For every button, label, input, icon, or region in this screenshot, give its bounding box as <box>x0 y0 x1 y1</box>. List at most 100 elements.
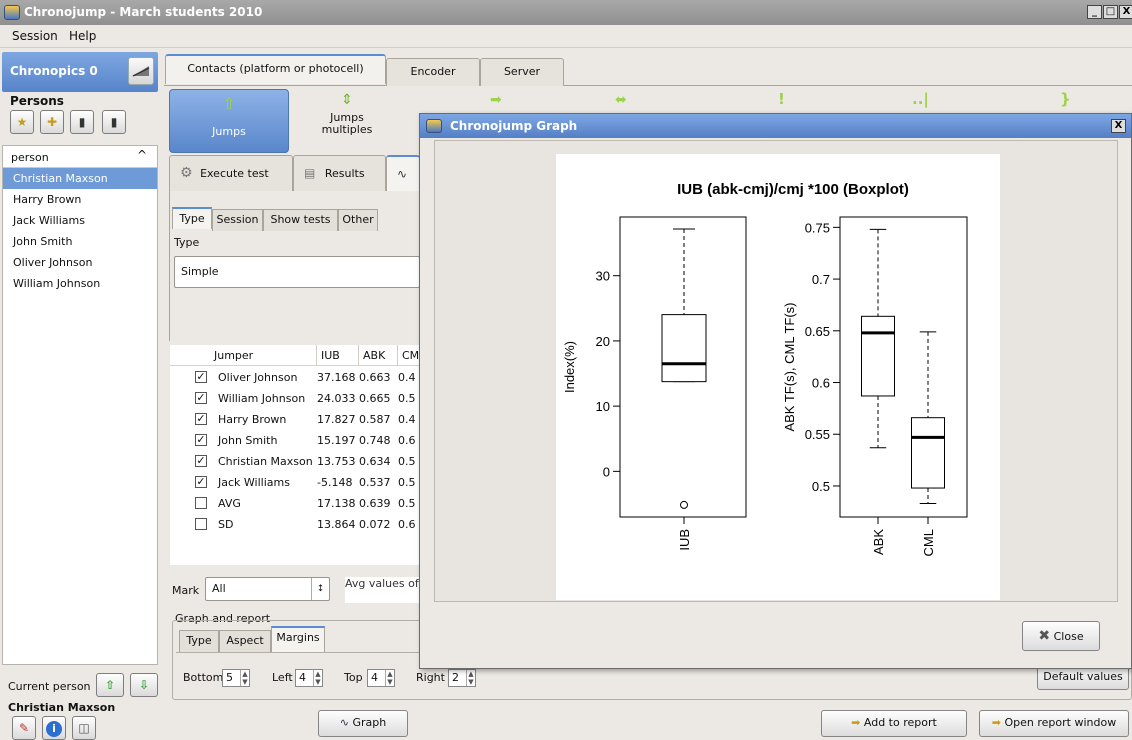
previous-person-button[interactable]: ⇧ <box>96 673 124 697</box>
arrow-right-icon[interactable]: ➡ <box>490 92 502 108</box>
close-label: Close <box>1053 630 1084 643</box>
gears-icon: ⚙ <box>180 165 193 181</box>
filter-tab-type[interactable]: Type <box>172 207 212 229</box>
graph-tab-aspect[interactable]: Aspect <box>219 630 271 652</box>
graph-tab-margins[interactable]: Margins <box>271 626 325 652</box>
column-header-iub[interactable]: IUB <box>316 345 340 366</box>
filter-tab-show-tests[interactable]: Show tests <box>263 209 338 231</box>
graph-tab-type[interactable]: Type <box>179 630 219 652</box>
list-item[interactable]: John Smith <box>3 231 157 252</box>
close-dialog-button[interactable]: ✖ Close <box>1022 621 1100 651</box>
row-checkbox[interactable] <box>195 497 207 509</box>
menu-session[interactable]: Session <box>12 29 58 43</box>
cell-iub: 13.864 <box>317 518 356 531</box>
y-tick-label: 0.65 <box>805 324 830 339</box>
row-checkbox[interactable]: ✓ <box>195 371 207 383</box>
results-table[interactable]: Jumper IUB ABK CM ✓ Oliver Johnson 37.168 0… <box>170 345 420 565</box>
chronopic-connect-button[interactable] <box>128 57 154 85</box>
y-axis-label: ABK TF(s), CML TF(s) <box>782 302 797 431</box>
row-checkbox[interactable]: ✓ <box>195 392 207 404</box>
right-margin-label: Right <box>416 671 445 684</box>
list-item[interactable]: Harry Brown <box>3 189 157 210</box>
spin-arrows-icon[interactable]: ▲ ▼ <box>313 670 322 686</box>
bottom-margin-spinner[interactable]: 5 ▲ ▼ <box>222 669 250 687</box>
list-item[interactable]: Jack Williams <box>3 210 157 231</box>
person-remove-icon: ▮ <box>110 115 118 129</box>
arrow-down-icon: ⇩ <box>138 678 150 692</box>
row-checkbox[interactable]: ✓ <box>195 413 207 425</box>
spin-arrows-icon[interactable]: ▲ ▼ <box>466 670 475 686</box>
dialog-close-x-button[interactable]: X <box>1111 119 1126 133</box>
filter-tab-session[interactable]: Session <box>212 209 263 231</box>
jumps-multiples-label: Jumps multiples <box>321 111 373 136</box>
tab-execute-test[interactable]: ⚙ Execute test <box>169 155 293 191</box>
tab-results[interactable]: ▤ Results <box>293 155 386 191</box>
list-item[interactable]: William Johnson <box>3 273 157 294</box>
menu-help[interactable]: Help <box>69 29 96 43</box>
next-person-button[interactable]: ⇩ <box>130 673 158 697</box>
mark-select[interactable]: All ↕ <box>205 577 330 601</box>
cell-cm: 0.5 <box>398 497 416 510</box>
pulse-icon[interactable]: ..| <box>912 90 929 108</box>
jumps-label: Jumps <box>212 125 246 138</box>
tab-graph[interactable]: ∿ <box>386 155 420 191</box>
y-tick-label: 0.55 <box>805 427 830 442</box>
cell-cm: 0.5 <box>398 476 416 489</box>
bottom-margin-value: 5 <box>226 671 233 684</box>
reaction-time-icon[interactable]: ! <box>778 90 785 108</box>
row-checkbox[interactable] <box>195 518 207 530</box>
column-header-abk[interactable]: ABK <box>358 345 385 366</box>
column-header-jumper[interactable]: Jumper <box>214 345 253 366</box>
edit-current-person-button[interactable]: ✎ <box>12 716 36 740</box>
table-row[interactable]: ✓ Christian Maxson 13.753 0.634 0.5 <box>170 451 420 472</box>
minimize-button[interactable]: _ <box>1087 5 1102 19</box>
person-list[interactable]: person ^ Christian Maxson Harry Brown Ja… <box>2 145 158 665</box>
tab-encoder[interactable]: Encoder <box>386 58 480 86</box>
jumps-multiples-button[interactable]: ⇕ Jumps multiples <box>312 92 382 136</box>
row-checkbox[interactable]: ✓ <box>195 476 207 488</box>
arrow-leftright-icon[interactable]: ⬌ <box>615 92 627 108</box>
table-row[interactable]: AVG 17.138 0.639 0.5 <box>170 493 420 514</box>
graph-button[interactable]: ∿ Graph <box>318 710 408 737</box>
table-row[interactable]: ✓ John Smith 15.197 0.748 0.6 <box>170 430 420 451</box>
table-row[interactable]: SD 13.864 0.072 0.6 <box>170 514 420 535</box>
table-row[interactable]: ✓ William Johnson 24.033 0.665 0.5 <box>170 388 420 409</box>
table-row[interactable]: ✓ Oliver Johnson 37.168 0.663 0.4 <box>170 367 420 388</box>
person-add-icon: ★ <box>16 115 28 129</box>
maximize-button[interactable]: □ <box>1103 5 1118 19</box>
persons-add-icon: ✚ <box>46 115 58 129</box>
top-margin-spinner[interactable]: 4 ▲ ▼ <box>367 669 395 687</box>
jumps-button[interactable]: ⇧ Jumps <box>169 89 289 153</box>
row-checkbox[interactable]: ✓ <box>195 434 207 446</box>
person-info-button[interactable]: i <box>42 716 66 740</box>
close-window-button[interactable]: X <box>1119 5 1132 19</box>
cell-abk: 0.663 <box>359 371 391 384</box>
edit-person-button[interactable]: ▮ <box>70 110 94 134</box>
table-row[interactable]: ✓ Jack Williams -5.148 0.537 0.5 <box>170 472 420 493</box>
person-list-header[interactable]: person ^ <box>3 146 157 168</box>
open-report-window-button[interactable]: ➡ Open report window <box>979 710 1129 737</box>
list-item[interactable]: Oliver Johnson <box>3 252 157 273</box>
tab-contacts[interactable]: Contacts (platform or photocell) <box>165 54 386 84</box>
spin-arrows-icon[interactable]: ▲ ▼ <box>385 670 394 686</box>
cell-cm: 0.4 <box>398 413 416 426</box>
add-person-button[interactable]: ★ <box>10 110 34 134</box>
right-margin-spinner[interactable]: 2 ▲ ▼ <box>448 669 476 687</box>
type-select[interactable]: Simple <box>174 256 420 288</box>
delete-current-person-button[interactable]: ◫ <box>72 716 96 740</box>
multichronopic-icon[interactable]: } <box>1060 90 1071 108</box>
left-margin-spinner[interactable]: 4 ▲ ▼ <box>295 669 323 687</box>
table-row[interactable]: ✓ Harry Brown 17.827 0.587 0.4 <box>170 409 420 430</box>
add-multiple-persons-button[interactable]: ✚ <box>40 110 64 134</box>
add-to-report-button[interactable]: ➡ Add to report <box>821 710 967 737</box>
row-checkbox[interactable]: ✓ <box>195 455 207 467</box>
cell-jumper: SD <box>218 518 234 531</box>
tab-server[interactable]: Server <box>480 58 564 86</box>
execute-test-label: Execute test <box>200 167 269 180</box>
filter-tab-other[interactable]: Other <box>338 209 378 231</box>
column-header-cm[interactable]: CM <box>397 345 419 366</box>
list-item[interactable]: Christian Maxson <box>3 168 157 189</box>
spin-arrows-icon[interactable]: ▲ ▼ <box>240 670 249 686</box>
trash-icon: ◫ <box>78 721 90 735</box>
delete-person-button[interactable]: ▮ <box>102 110 126 134</box>
